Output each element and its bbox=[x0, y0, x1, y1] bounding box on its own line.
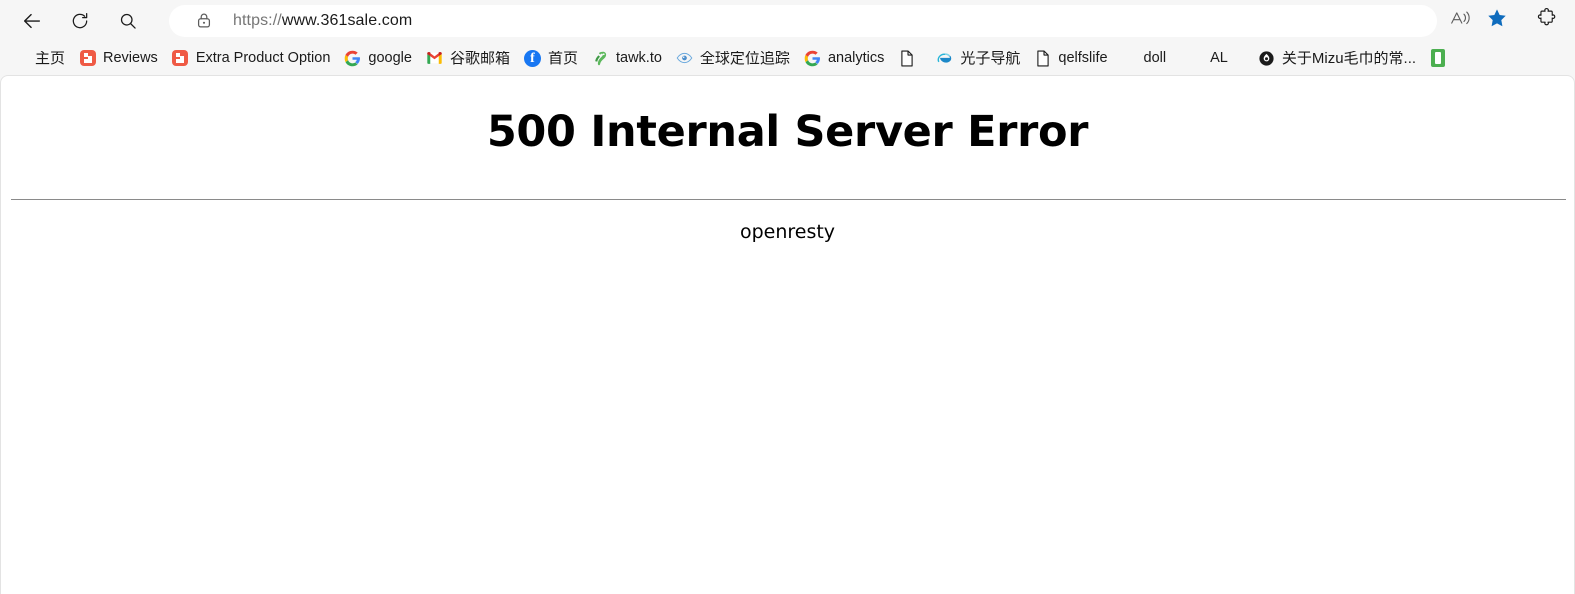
read-aloud-button[interactable] bbox=[1443, 5, 1479, 37]
url-scheme: https:// bbox=[233, 11, 282, 29]
bookmark-overflow-partial[interactable] bbox=[1423, 45, 1453, 71]
back-button[interactable] bbox=[15, 5, 49, 37]
bookmark-extra-product-option[interactable]: Extra Product Option bbox=[165, 45, 338, 71]
refresh-icon bbox=[70, 11, 90, 31]
bookmark-label: 关于Mizu毛巾的常... bbox=[1281, 50, 1417, 66]
bookmark-google[interactable]: google bbox=[337, 45, 419, 71]
bookmark-tawkto[interactable]: tawk.to bbox=[585, 45, 669, 71]
gmail-icon bbox=[426, 50, 443, 67]
read-aloud-icon bbox=[1450, 8, 1472, 33]
bookmark-reviews[interactable]: Reviews bbox=[72, 45, 165, 71]
bookmarks-bar: 主页 Reviews Extra Product Option google 谷… bbox=[0, 41, 1575, 75]
tawkto-icon bbox=[592, 50, 609, 67]
error-page: 500 Internal Server Error openresty bbox=[1, 107, 1574, 594]
google-icon bbox=[344, 50, 361, 67]
bookmark-label: doll bbox=[1143, 50, 1167, 66]
bookmark-gmail[interactable]: 谷歌邮箱 bbox=[419, 45, 517, 71]
back-arrow-icon bbox=[21, 10, 43, 32]
page-viewport: 500 Internal Server Error openresty bbox=[0, 75, 1575, 594]
document-icon bbox=[898, 49, 915, 67]
bookmark-label: Reviews bbox=[103, 50, 158, 66]
bookmark-label: 谷歌邮箱 bbox=[449, 50, 510, 66]
bookmark-label: 全球定位追踪 bbox=[699, 50, 790, 66]
bookmark-facebook-home[interactable]: 首页 bbox=[517, 45, 585, 71]
bookmark-analytics[interactable]: analytics bbox=[797, 45, 891, 71]
page-title: 500 Internal Server Error bbox=[486, 107, 1089, 157]
search-icon bbox=[118, 11, 138, 31]
star-icon bbox=[1486, 7, 1508, 34]
bookmark-global-tracking[interactable]: 全球定位追踪 bbox=[669, 45, 797, 71]
judgeme-icon bbox=[79, 50, 96, 67]
bookmark-about-mizu-towel[interactable]: 关于Mizu毛巾的常... bbox=[1251, 45, 1423, 71]
url-host: www.361sale.com bbox=[281, 11, 413, 29]
bookmark-label: 光子导航 bbox=[960, 50, 1021, 66]
bookmark-guangzi-navigation[interactable]: 光子导航 bbox=[929, 45, 1027, 71]
server-signature: openresty bbox=[739, 221, 836, 244]
bookmark-zhuye[interactable]: 主页 bbox=[28, 45, 72, 71]
bookmark-label: AL bbox=[1210, 50, 1228, 66]
facebook-icon bbox=[523, 49, 541, 67]
search-button[interactable] bbox=[111, 5, 145, 37]
browser-toolbar: https://www.361sale.com bbox=[0, 0, 1575, 41]
favorites-button[interactable] bbox=[1479, 5, 1515, 37]
bookmark-label: 首页 bbox=[547, 50, 578, 66]
bookmark-label: analytics bbox=[827, 50, 885, 66]
bookmark-doll[interactable]: doll bbox=[1137, 45, 1174, 71]
bookmark-label: tawk.to bbox=[615, 50, 662, 66]
bookmark-label: qelfslife bbox=[1058, 50, 1108, 66]
bookmark-label: 主页 bbox=[35, 50, 66, 66]
address-bar[interactable]: https://www.361sale.com bbox=[169, 4, 1437, 37]
bookmark-untitled-document[interactable] bbox=[891, 45, 929, 71]
toolbar-actions bbox=[1443, 5, 1567, 37]
judgeme-icon bbox=[172, 50, 189, 67]
refresh-button[interactable] bbox=[63, 5, 97, 37]
eye-icon bbox=[676, 50, 693, 67]
green-icon bbox=[1429, 49, 1446, 67]
puzzle-piece-icon bbox=[1536, 7, 1558, 34]
mizu-icon bbox=[1258, 50, 1275, 67]
address-bar-text[interactable]: https://www.361sale.com bbox=[221, 12, 412, 30]
document-icon bbox=[1034, 49, 1051, 67]
browser-window: https://www.361sale.com 主页 Reviews Extra… bbox=[0, 0, 1575, 594]
horizontal-rule bbox=[11, 199, 1566, 201]
bookmark-label: Extra Product Option bbox=[195, 50, 331, 66]
bookmark-al[interactable]: AL bbox=[1203, 45, 1235, 71]
extensions-button[interactable] bbox=[1529, 5, 1565, 37]
google-icon bbox=[804, 50, 821, 67]
bookmark-qelfslife[interactable]: qelfslife bbox=[1027, 45, 1114, 71]
lock-icon[interactable] bbox=[187, 12, 221, 29]
bookmark-label: google bbox=[368, 50, 412, 66]
ie-icon bbox=[936, 50, 953, 67]
